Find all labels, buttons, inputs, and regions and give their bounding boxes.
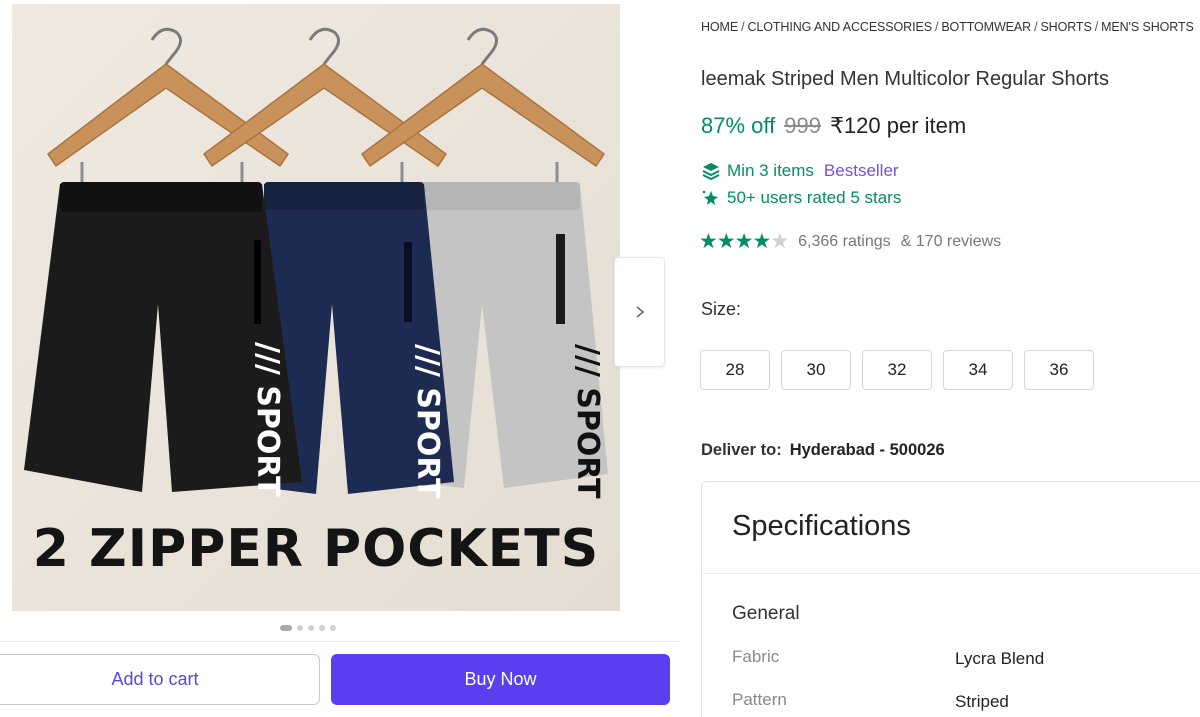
size-options: 28 30 32 34 36 [700, 350, 1094, 390]
buy-now-button[interactable]: Buy Now [331, 654, 670, 705]
breadcrumb-home[interactable]: HOME [701, 20, 738, 34]
divider [702, 573, 1200, 574]
svg-text:/// SPORT: /// SPORT [250, 342, 285, 497]
svg-text:/// SPORT: /// SPORT [570, 344, 605, 499]
star-filled-icon: ★ [734, 230, 754, 253]
image-pagination [280, 625, 336, 631]
size-label: Size: [701, 299, 742, 319]
layers-icon [702, 163, 720, 180]
svg-text:/// SPORT: /// SPORT [410, 344, 445, 499]
spec-key: Pattern [732, 690, 787, 709]
deliver-to-label: Deliver to: [701, 441, 782, 459]
spec-key: Fabric [732, 647, 780, 666]
spec-value: Lycra Blend [955, 649, 1045, 668]
spec-group-title: General [732, 603, 800, 624]
discount-text: 87% off [701, 113, 776, 138]
action-bar: Add to cart Buy Now [0, 641, 680, 717]
min-items-row: Min 3 items Bestseller [701, 161, 899, 181]
breadcrumb-clothing[interactable]: CLOTHING AND ACCESSORIES [747, 20, 932, 34]
reviews-count: & 170 reviews [900, 232, 1002, 250]
users-rated-row: 50+ users rated 5 stars [701, 188, 901, 208]
pagination-dot[interactable] [297, 625, 303, 631]
star-rating: ★ ★ ★ ★ ★ [699, 229, 789, 254]
sparkle-star-icon [702, 190, 718, 205]
pagination-dot[interactable] [319, 625, 325, 631]
delivery-row: Deliver to: Hyderabad - 500026 [701, 441, 945, 460]
spec-value: Striped [955, 692, 1009, 711]
pagination-dot[interactable] [308, 625, 314, 631]
star-filled-icon: ★ [699, 230, 718, 253]
size-option-32[interactable]: 32 [862, 350, 932, 390]
size-option-34[interactable]: 34 [943, 350, 1013, 390]
next-image-button[interactable] [614, 257, 665, 367]
add-to-cart-button[interactable]: Add to cart [0, 654, 320, 705]
breadcrumb: HOME / CLOTHING AND ACCESSORIES / BOTTOMWEAR… [701, 20, 1194, 34]
selling-price: ₹120 per item [829, 113, 967, 138]
min-items-text: Min 3 items [727, 161, 814, 180]
size-option-28[interactable]: 28 [700, 350, 770, 390]
price-row: 87% off 999 ₹120 per item [701, 113, 966, 139]
bestseller-badge: Bestseller [823, 161, 899, 180]
breadcrumb-shorts[interactable]: SHORTS [1040, 20, 1091, 34]
pagination-dot[interactable] [330, 625, 336, 631]
star-filled-icon: ★ [752, 230, 771, 253]
star-filled-icon: ★ [716, 230, 736, 253]
pagination-dot[interactable] [280, 625, 292, 631]
image-caption: 2 ZIPPER POCKETS [32, 519, 600, 579]
rating-row[interactable]: ★ ★ ★ ★ ★ 6,366 ratings & 170 reviews [699, 229, 1001, 254]
specifications-title: Specifications [732, 510, 911, 542]
ratings-count: 6,366 ratings [798, 232, 891, 250]
specifications-panel: Specifications General Fabric Lycra Blen… [701, 481, 1200, 717]
mrp-price: 999 [784, 113, 821, 138]
delivery-location[interactable]: Hyderabad - 500026 [790, 441, 945, 460]
breadcrumb-bottomwear[interactable]: BOTTOMWEAR [941, 20, 1031, 34]
product-image[interactable]: /// SPORT /// SPORT /// SPORT 2 ZIPPER P… [12, 4, 620, 611]
chevron-right-icon [635, 306, 644, 318]
product-title: leemak Striped Men Multicolor Regular Sh… [701, 68, 1109, 90]
breadcrumb-mens-shorts[interactable]: MEN'S SHORTS [1101, 20, 1194, 34]
size-option-36[interactable]: 36 [1024, 350, 1094, 390]
users-rated-text: 50+ users rated 5 stars [727, 188, 902, 207]
star-empty-icon: ★ [770, 230, 789, 253]
size-option-30[interactable]: 30 [781, 350, 851, 390]
